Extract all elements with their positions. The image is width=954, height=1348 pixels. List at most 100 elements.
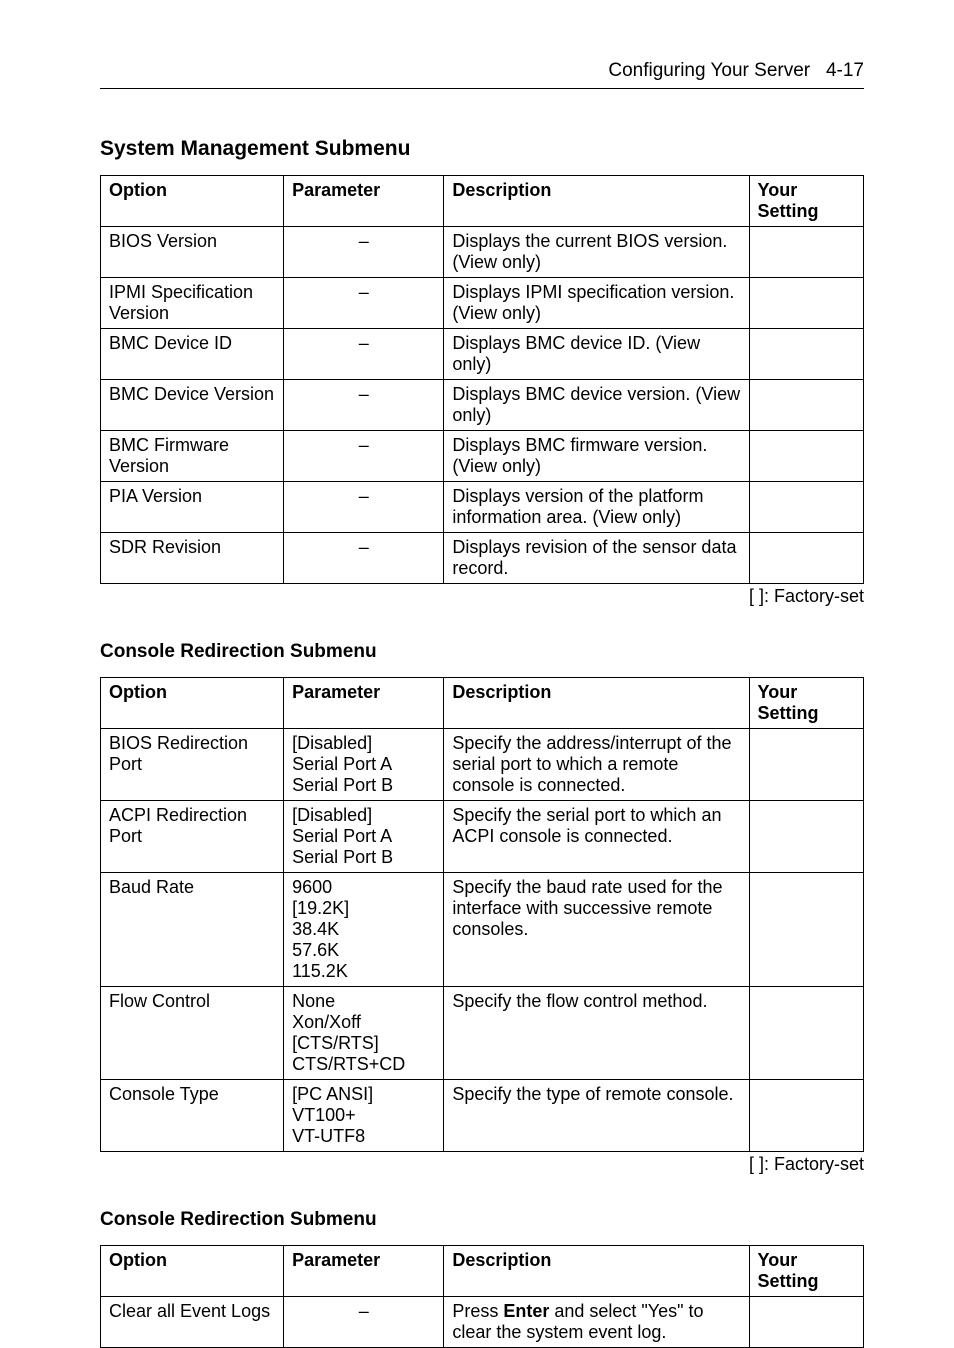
cell-description: Specify the serial port to which an ACPI… [444,801,749,873]
param-option: 57.6K [292,940,435,961]
param-option: [PC ANSI] [292,1084,435,1105]
col-description: Description [444,176,749,227]
col-parameter: Parameter [284,678,444,729]
param-option: 38.4K [292,919,435,940]
cell-description: Displays BMC device version. (View only) [444,380,749,431]
cell-setting [749,482,863,533]
sysmgmt-table: Option Parameter Description Your Settin… [100,175,864,584]
cell-setting [749,329,863,380]
param-option: – [292,486,435,507]
col-parameter: Parameter [284,1246,444,1297]
param-option: Xon/Xoff [292,1012,435,1033]
cell-description: Displays version of the platform informa… [444,482,749,533]
cell-description: Press Enter and select "Yes" to clear th… [444,1297,749,1348]
cell-parameter: – [284,278,444,329]
table-row: BIOS Redirection Port [Disabled]Serial P… [101,729,864,801]
param-option: 9600 [292,877,435,898]
redir1-heading: Console Redirection Submenu [100,641,864,663]
col-setting: Your Setting [749,176,863,227]
cell-description: Displays IPMI specification version. (Vi… [444,278,749,329]
cell-parameter: [PC ANSI]VT100+VT-UTF8 [284,1080,444,1152]
param-option: – [292,333,435,354]
cell-parameter: – [284,533,444,584]
cell-setting [749,1297,863,1348]
param-option: VT100+ [292,1105,435,1126]
cell-setting [749,987,863,1080]
cell-parameter: [Disabled]Serial Port ASerial Port B [284,801,444,873]
param-option: VT-UTF8 [292,1126,435,1147]
col-setting: Your Setting [749,1246,863,1297]
desc-bold: Enter [503,1301,549,1321]
cell-parameter: – [284,380,444,431]
sysmgmt-footnote: [ ]: Factory-set [100,586,864,607]
cell-option: Console Type [101,1080,284,1152]
table-header-row: Option Parameter Description Your Settin… [101,678,864,729]
table-row: BMC Device ID – Displays BMC device ID. … [101,329,864,380]
col-setting: Your Setting [749,678,863,729]
table-row: SDR Revision – Displays revision of the … [101,533,864,584]
table-header-row: Option Parameter Description Your Settin… [101,176,864,227]
param-option: – [292,435,435,456]
col-option: Option [101,678,284,729]
page-header: Configuring Your Server 4-17 [100,60,864,89]
table-row: BMC Firmware Version – Displays BMC firm… [101,431,864,482]
table-row: PIA Version – Displays version of the pl… [101,482,864,533]
cell-setting [749,801,863,873]
cell-setting [749,431,863,482]
table-row: Clear all Event Logs – Press Enter and s… [101,1297,864,1348]
param-option: [CTS/RTS] [292,1033,435,1054]
header-title: Configuring Your Server [608,60,810,81]
table-row: BIOS Version – Displays the current BIOS… [101,227,864,278]
param-option: CTS/RTS+CD [292,1054,435,1075]
table-row: ACPI Redirection Port [Disabled]Serial P… [101,801,864,873]
cell-description: Specify the type of remote console. [444,1080,749,1152]
param-option: None [292,991,435,1012]
table-header-row: Option Parameter Description Your Settin… [101,1246,864,1297]
cell-setting [749,1080,863,1152]
param-option: – [292,537,435,558]
table-row: Flow Control NoneXon/Xoff[CTS/RTS]CTS/RT… [101,987,864,1080]
table-row: Console Type [PC ANSI]VT100+VT-UTF8 Spec… [101,1080,864,1152]
col-option: Option [101,176,284,227]
cell-parameter: NoneXon/Xoff[CTS/RTS]CTS/RTS+CD [284,987,444,1080]
redir2-table: Option Parameter Description Your Settin… [100,1245,864,1348]
cell-parameter: – [284,482,444,533]
param-option: [Disabled] [292,733,435,754]
cell-setting [749,533,863,584]
cell-option: Flow Control [101,987,284,1080]
cell-description: Displays BMC firmware version. (View onl… [444,431,749,482]
cell-setting [749,729,863,801]
cell-parameter: [Disabled]Serial Port ASerial Port B [284,729,444,801]
param-option: Serial Port A [292,754,435,775]
cell-option: IPMI Specification Version [101,278,284,329]
table-row: Baud Rate 9600[19.2K]38.4K57.6K115.2K Sp… [101,873,864,987]
sysmgmt-heading: System Management Submenu [100,137,864,161]
cell-setting [749,380,863,431]
header-page: 4-17 [826,60,864,81]
cell-option: BIOS Redirection Port [101,729,284,801]
cell-option: BMC Device Version [101,380,284,431]
col-option: Option [101,1246,284,1297]
param-option: Serial Port A [292,826,435,847]
redir1-table: Option Parameter Description Your Settin… [100,677,864,1152]
col-description: Description [444,678,749,729]
col-parameter: Parameter [284,176,444,227]
cell-description: Specify the baud rate used for the inter… [444,873,749,987]
cell-option: BIOS Version [101,227,284,278]
table-row: BMC Device Version – Displays BMC device… [101,380,864,431]
cell-parameter: – [284,227,444,278]
param-option: Serial Port B [292,847,435,868]
cell-option: BMC Device ID [101,329,284,380]
cell-parameter: – [284,431,444,482]
desc-text: Press [452,1301,503,1321]
cell-description: Specify the address/interrupt of the ser… [444,729,749,801]
cell-setting [749,873,863,987]
cell-setting [749,227,863,278]
redir2-heading: Console Redirection Submenu [100,1209,864,1231]
cell-description: Displays revision of the sensor data rec… [444,533,749,584]
cell-parameter: – [284,329,444,380]
param-option: [19.2K] [292,898,435,919]
cell-parameter: – [284,1297,444,1348]
param-option: Serial Port B [292,775,435,796]
col-description: Description [444,1246,749,1297]
